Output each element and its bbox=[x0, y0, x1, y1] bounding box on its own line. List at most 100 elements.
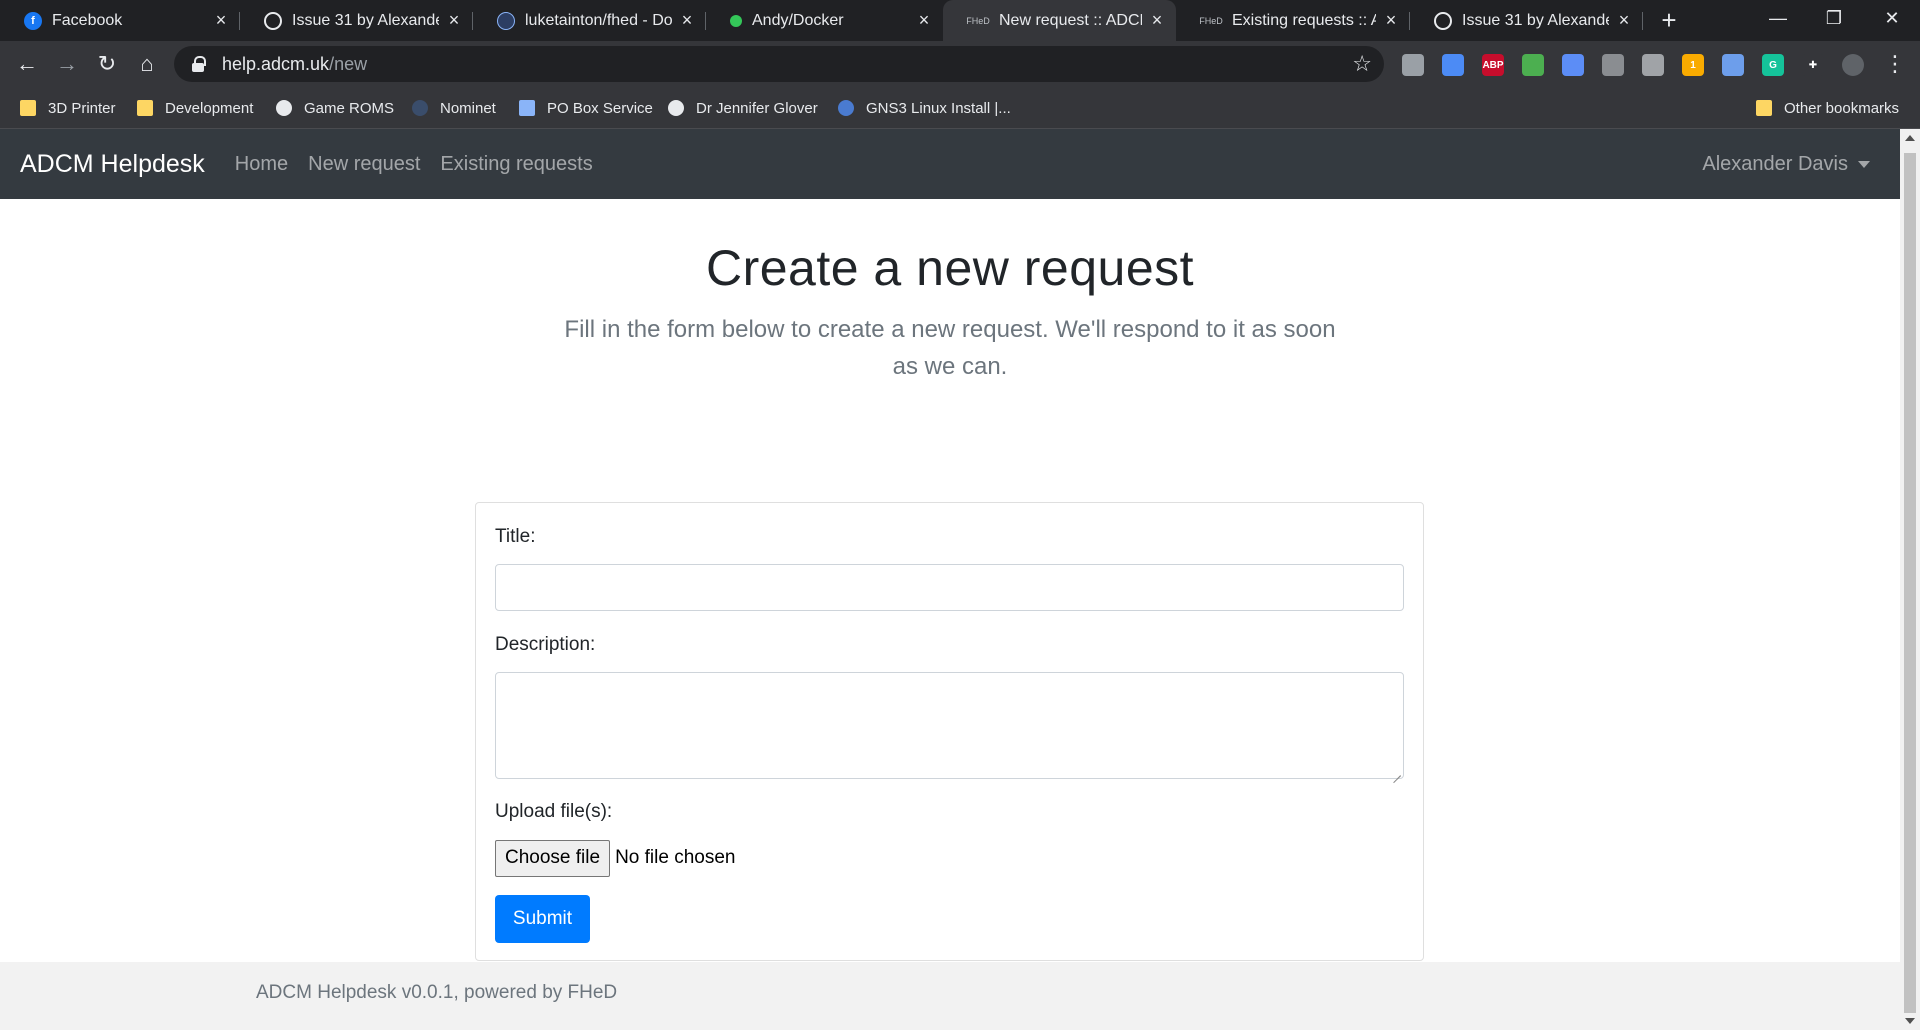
file-upload-control: Choose file No file chosen bbox=[495, 839, 735, 877]
green-dot-icon bbox=[730, 14, 742, 27]
nav-home-link[interactable]: Home bbox=[235, 153, 288, 176]
scroll-down-icon[interactable] bbox=[1905, 1018, 1915, 1024]
bookmarks-bar: 3D Printer Development Game ROMS Nominet… bbox=[0, 88, 1920, 129]
bookmark-label: Game ROMS bbox=[304, 99, 395, 117]
fhed-favicon: FHeD bbox=[966, 15, 990, 26]
docker-icon bbox=[497, 11, 515, 30]
nav-new-request-link[interactable]: New request bbox=[308, 153, 420, 176]
bookmark-label: Nominet bbox=[440, 99, 496, 117]
browser-tab-active[interactable]: FHeD New request :: ADCM Helpdesk × bbox=[943, 0, 1176, 41]
title-label: Title: bbox=[495, 526, 536, 547]
description-textarea[interactable] bbox=[495, 672, 1404, 779]
browser-tab[interactable]: FHeD Existing requests :: ADCM Helpdesk … bbox=[1176, 0, 1410, 41]
bookmark-item[interactable]: Game ROMS bbox=[276, 88, 394, 128]
puzzle-blue-extension-icon[interactable] bbox=[1562, 54, 1584, 76]
nominet-icon bbox=[412, 100, 428, 116]
close-icon[interactable]: × bbox=[915, 10, 933, 30]
scrollbar-thumb[interactable] bbox=[1904, 153, 1916, 1013]
forward-button[interactable]: → bbox=[50, 47, 84, 81]
browser-tab-strip: f Facebook × Issue 31 by AlexanderDavis … bbox=[0, 0, 1920, 41]
url-host: help.adcm.uk bbox=[222, 53, 330, 74]
bookmark-label: PO Box Service bbox=[547, 99, 653, 117]
resize-grip-icon[interactable] bbox=[1391, 766, 1401, 776]
adblock-plus-icon[interactable]: ABP bbox=[1482, 54, 1504, 76]
browser-menu-button[interactable]: ⋮ bbox=[1878, 47, 1912, 81]
browser-tab[interactable]: Issue 31 by AlexanderDavis × bbox=[240, 0, 473, 41]
url-text[interactable]: help.adcm.uk/new bbox=[222, 54, 367, 75]
bookmark-item[interactable]: Nominet bbox=[412, 88, 496, 128]
browser-tab[interactable]: Issue 31 by AlexanderDavis × bbox=[1410, 0, 1643, 41]
github-icon bbox=[1434, 11, 1452, 30]
scroll-up-icon[interactable] bbox=[1905, 135, 1915, 141]
tab-title: Issue 31 by AlexanderDavis bbox=[292, 11, 439, 29]
folder-icon bbox=[20, 100, 36, 116]
tab-title: Facebook bbox=[52, 11, 123, 29]
tab-title: Andy/Docker bbox=[752, 11, 844, 29]
user-name: Alexander Davis bbox=[1702, 152, 1848, 175]
github-icon bbox=[264, 11, 282, 30]
restore-button[interactable]: ❐ bbox=[1806, 0, 1862, 36]
app-navbar: ADCM Helpdesk Home New request Existing … bbox=[0, 129, 1900, 199]
tab-separator bbox=[1642, 12, 1643, 30]
page-scrollbar[interactable] bbox=[1900, 129, 1920, 1030]
tab-title: Existing requests :: ADCM Helpdesk bbox=[1232, 11, 1376, 29]
profile-avatar-icon[interactable] bbox=[1842, 54, 1864, 76]
badge-extension-icon[interactable]: 1 bbox=[1682, 54, 1704, 76]
browser-tab[interactable]: f Facebook × bbox=[0, 0, 240, 41]
blue-bars-extension-icon[interactable] bbox=[1722, 54, 1744, 76]
close-icon[interactable]: × bbox=[1615, 10, 1633, 30]
close-icon[interactable]: × bbox=[1382, 10, 1400, 30]
page-viewport: ADCM Helpdesk Home New request Existing … bbox=[0, 129, 1900, 1030]
bookmark-item[interactable]: GNS3 Linux Install |... bbox=[838, 88, 1011, 128]
browser-tab[interactable]: Andy/Docker × bbox=[706, 0, 943, 41]
close-icon[interactable]: × bbox=[212, 10, 230, 30]
user-menu-dropdown[interactable]: Alexander Davis bbox=[1702, 129, 1870, 199]
close-icon[interactable]: × bbox=[445, 10, 463, 30]
c-circle-icon bbox=[276, 100, 292, 116]
nav-existing-requests-link[interactable]: Existing requests bbox=[440, 153, 592, 176]
brand-link[interactable]: ADCM Helpdesk bbox=[20, 150, 205, 179]
close-window-button[interactable]: ✕ bbox=[1864, 0, 1920, 36]
lock-icon[interactable] bbox=[192, 56, 206, 72]
other-bookmarks[interactable]: Other bookmarks bbox=[1756, 88, 1899, 128]
tab-title: luketainton/fhed - Docker Hub bbox=[525, 11, 672, 29]
bookmark-label: Other bookmarks bbox=[1784, 99, 1900, 117]
bookmark-item[interactable]: Dr Jennifer Glover bbox=[668, 88, 818, 128]
description-label: Description: bbox=[495, 634, 596, 655]
title-input[interactable] bbox=[495, 564, 1404, 611]
address-bar[interactable]: help.adcm.uk/new ☆ bbox=[174, 46, 1384, 82]
page-title: Create a new request bbox=[705, 240, 1195, 296]
bookmark-label: Dr Jennifer Glover bbox=[696, 99, 818, 117]
url-path: /new bbox=[329, 53, 368, 74]
back-button[interactable]: ← bbox=[10, 47, 44, 81]
submit-button[interactable]: Submit bbox=[495, 895, 590, 943]
green-extension-icon[interactable] bbox=[1522, 54, 1544, 76]
page-subtitle: Fill in the form below to create a new r… bbox=[564, 316, 1336, 380]
bookmark-item[interactable]: 3D Printer bbox=[20, 88, 116, 128]
request-form-card: Title: Description: Upload file(s): Choo… bbox=[475, 502, 1424, 961]
browser-toolbar: ← → ↻ ⌂ help.adcm.uk/new ☆ ABP 1 G ✚ ⋮ bbox=[0, 41, 1920, 88]
extensions-puzzle-icon[interactable]: ✚ bbox=[1802, 54, 1824, 76]
grammarly-icon[interactable]: G bbox=[1762, 54, 1784, 76]
reload-button[interactable]: ↻ bbox=[90, 47, 124, 81]
gray-extension-icon[interactable] bbox=[1602, 54, 1624, 76]
bookmark-item[interactable]: PO Box Service bbox=[519, 88, 653, 128]
folder-icon bbox=[137, 100, 153, 116]
bookmark-item[interactable]: Development bbox=[137, 88, 253, 128]
new-tab-button[interactable]: + bbox=[1653, 4, 1685, 36]
browser-tab[interactable]: luketainton/fhed - Docker Hub × bbox=[473, 0, 706, 41]
gray-square-extension-icon[interactable] bbox=[1642, 54, 1664, 76]
close-icon[interactable]: × bbox=[1148, 10, 1166, 30]
sync-extension-icon[interactable] bbox=[1442, 54, 1464, 76]
minimize-button[interactable]: — bbox=[1750, 0, 1806, 36]
bookmark-label: Development bbox=[165, 99, 254, 117]
home-button[interactable]: ⌂ bbox=[130, 47, 164, 81]
bookmark-star-icon[interactable]: ☆ bbox=[1352, 51, 1372, 77]
bookmark-label: 3D Printer bbox=[48, 99, 116, 117]
choose-file-button[interactable]: Choose file bbox=[495, 839, 611, 877]
tab-title: Issue 31 by AlexanderDavis bbox=[1462, 11, 1609, 29]
close-icon[interactable]: × bbox=[678, 10, 696, 30]
tab-title: New request :: ADCM Helpdesk bbox=[999, 11, 1142, 29]
camera-extension-icon[interactable] bbox=[1402, 54, 1424, 76]
fhed-favicon: FHeD bbox=[1199, 15, 1223, 26]
